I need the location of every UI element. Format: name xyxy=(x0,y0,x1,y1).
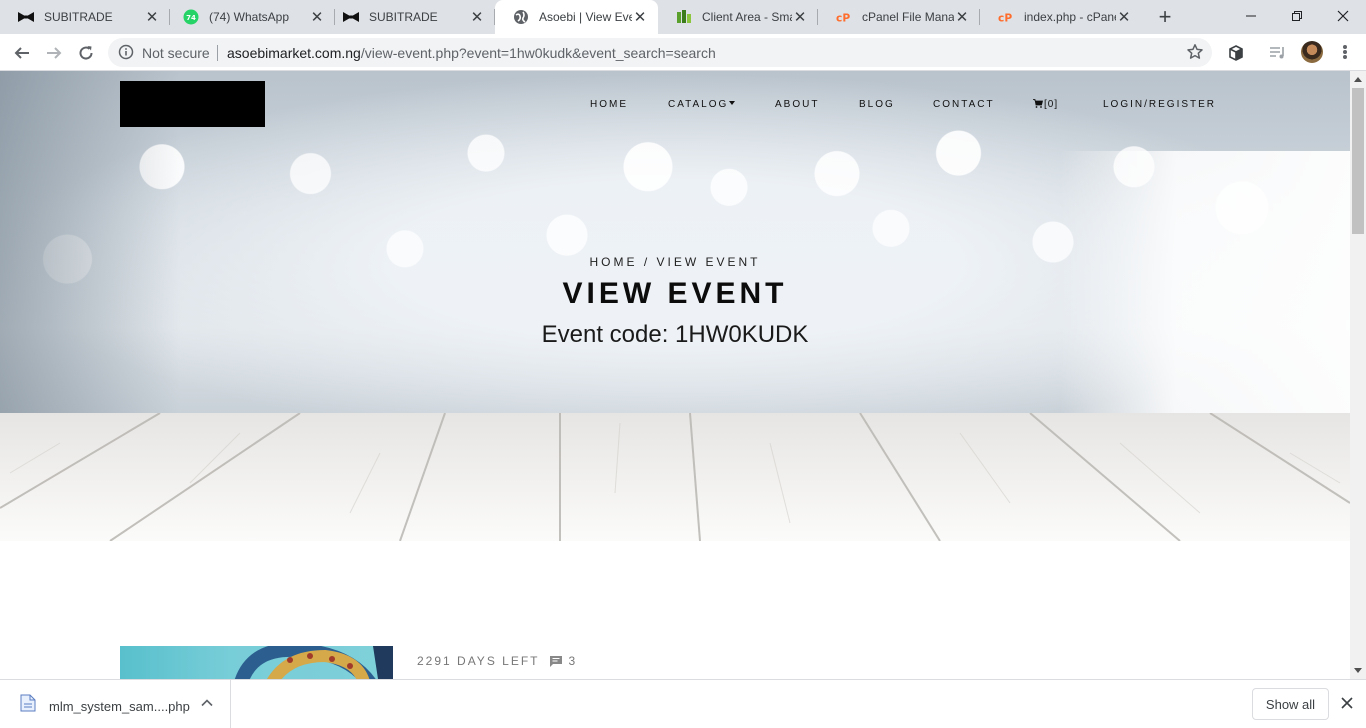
wood-floor-banner xyxy=(0,413,1350,541)
minimize-button[interactable] xyxy=(1228,0,1274,32)
nav-cart[interactable]: [0] xyxy=(1033,99,1058,111)
close-tab-icon[interactable]: ✕ xyxy=(144,9,160,26)
close-icon xyxy=(1337,10,1349,22)
forward-arrow-icon xyxy=(47,47,62,59)
browser-toolbar: Not secure asoebimarket.com.ng/view-even… xyxy=(0,34,1366,71)
bowtie-icon xyxy=(18,9,34,25)
back-button[interactable] xyxy=(8,39,36,67)
page-viewport: HOME CATALOG ABOUT BLOG CONTACT [0] LOGI… xyxy=(0,71,1350,679)
browser-menu-button[interactable] xyxy=(1337,43,1353,61)
menu-dot xyxy=(1343,55,1347,59)
browser-tab-whatsapp[interactable]: 74 (74) WhatsApp ✕ xyxy=(165,0,335,34)
nav-catalog-label: CATALOG xyxy=(668,99,729,110)
tab-strip: SUBITRADE ✕ 74 (74) WhatsApp ✕ SUBITRADE… xyxy=(0,0,1366,34)
tab-title: SUBITRADE xyxy=(44,10,113,24)
comment-count: 3 xyxy=(568,654,578,668)
days-left: 2291 DAYS LEFT xyxy=(417,654,540,668)
extension-button[interactable] xyxy=(1226,43,1246,63)
event-meta: 2291 DAYS LEFT 3 xyxy=(417,654,577,668)
browser-tab-subitrade-1[interactable]: SUBITRADE ✕ xyxy=(0,0,170,34)
cpanel-icon: cP xyxy=(836,9,852,25)
browser-tab-subitrade-2[interactable]: SUBITRADE ✕ xyxy=(325,0,495,34)
menu-dot xyxy=(1343,50,1347,54)
download-file-name: mlm_system_sam....php xyxy=(49,699,190,714)
browser-tab-cpanel-file-manager[interactable]: cP cPanel File Manag ✕ xyxy=(818,0,980,34)
nav-blog[interactable]: BLOG xyxy=(859,99,895,111)
back-arrow-icon xyxy=(14,47,29,59)
close-tab-icon[interactable]: ✕ xyxy=(469,9,485,26)
close-window-button[interactable] xyxy=(1320,0,1366,32)
cube-extension-icon xyxy=(1229,45,1243,61)
tab-title: Asoebi | View Even xyxy=(539,10,632,24)
security-label[interactable]: Not secure xyxy=(142,45,210,61)
nav-login-register[interactable]: LOGIN/REGISTER xyxy=(1103,99,1216,111)
close-tab-icon[interactable]: ✕ xyxy=(792,9,808,26)
bowtie-icon xyxy=(343,9,359,25)
cart-icon xyxy=(1033,99,1043,108)
nav-about[interactable]: ABOUT xyxy=(775,99,819,111)
restore-button[interactable] xyxy=(1274,0,1320,32)
chevron-up-icon[interactable] xyxy=(200,696,214,710)
forward-button[interactable] xyxy=(40,39,68,67)
menu-dot xyxy=(1343,45,1347,49)
url-host: asoebimarket.com.ng xyxy=(227,45,361,61)
close-tab-icon[interactable]: ✕ xyxy=(632,9,648,26)
event-image-graphic xyxy=(234,646,393,679)
omnibox-divider xyxy=(217,45,218,61)
scroll-down-arrow-icon[interactable] xyxy=(1354,668,1362,673)
tab-title: index.php - cPanel xyxy=(1024,10,1116,24)
tab-title: Client Area - Smar xyxy=(702,10,792,24)
page-scrollbar[interactable] xyxy=(1350,71,1366,679)
file-icon xyxy=(20,694,36,712)
browser-tab-cpanel-index[interactable]: cP index.php - cPanel ✕ xyxy=(980,0,1142,34)
browser-tab-asoebi-active[interactable]: Asoebi | View Even ✕ xyxy=(495,0,658,34)
media-queue-icon xyxy=(1270,47,1284,59)
download-shelf: mlm_system_sam....php Show all xyxy=(0,679,1366,728)
client-area-icon xyxy=(676,9,692,25)
nav-home[interactable]: HOME xyxy=(590,99,628,111)
close-tab-icon[interactable]: ✕ xyxy=(309,9,325,26)
event-code: Event code: 1HW0KUDK xyxy=(541,321,809,348)
download-item[interactable]: mlm_system_sam....php xyxy=(0,680,231,728)
close-icon[interactable] xyxy=(1340,696,1354,710)
svg-text:74: 74 xyxy=(186,14,196,22)
svg-text:cP: cP xyxy=(836,11,850,23)
scrollbar-thumb[interactable] xyxy=(1352,88,1364,234)
nav-contact[interactable]: CONTACT xyxy=(933,99,995,111)
tab-title: SUBITRADE xyxy=(369,10,438,24)
tab-title: cPanel File Manag xyxy=(862,10,954,24)
cpanel-icon: cP xyxy=(998,9,1014,25)
cart-count: [0] xyxy=(1044,99,1059,110)
scroll-up-arrow-icon[interactable] xyxy=(1354,77,1362,82)
url-text[interactable]: asoebimarket.com.ng/view-event.php?event… xyxy=(227,45,716,61)
reload-button[interactable] xyxy=(72,39,100,67)
caret-down-icon xyxy=(729,101,736,105)
globe-icon xyxy=(513,9,529,25)
close-tab-icon[interactable]: ✕ xyxy=(1116,9,1132,26)
minimize-icon xyxy=(1246,15,1256,17)
comment-icon xyxy=(549,655,562,667)
url-path: /view-event.php?event=1hw0kudk&event_sea… xyxy=(360,45,716,61)
profile-avatar[interactable] xyxy=(1301,41,1323,63)
site-logo[interactable] xyxy=(120,81,265,127)
breadcrumb: HOME / VIEW EVENT xyxy=(589,255,761,269)
address-bar[interactable]: Not secure asoebimarket.com.ng/view-even… xyxy=(108,38,1212,67)
page-title: VIEW EVENT xyxy=(562,277,788,310)
new-tab-button[interactable]: + xyxy=(1153,4,1177,29)
show-all-downloads-button[interactable]: Show all xyxy=(1252,688,1329,720)
tab-title: (74) WhatsApp xyxy=(209,10,290,24)
hero-banner: HOME CATALOG ABOUT BLOG CONTACT [0] LOGI… xyxy=(0,71,1350,413)
reload-icon xyxy=(79,46,93,60)
wood-planks-graphic xyxy=(0,413,1350,541)
media-controls-button[interactable] xyxy=(1268,43,1288,63)
bookmark-star-icon[interactable] xyxy=(1186,43,1204,61)
restore-icon xyxy=(1292,11,1302,21)
event-image[interactable] xyxy=(120,646,393,679)
whatsapp-icon: 74 xyxy=(183,9,199,25)
nav-catalog[interactable]: CATALOG xyxy=(668,99,736,111)
info-icon[interactable] xyxy=(118,44,134,60)
browser-tab-client-area[interactable]: Client Area - Smar ✕ xyxy=(658,0,818,34)
svg-text:cP: cP xyxy=(998,11,1012,23)
close-tab-icon[interactable]: ✕ xyxy=(954,9,970,26)
